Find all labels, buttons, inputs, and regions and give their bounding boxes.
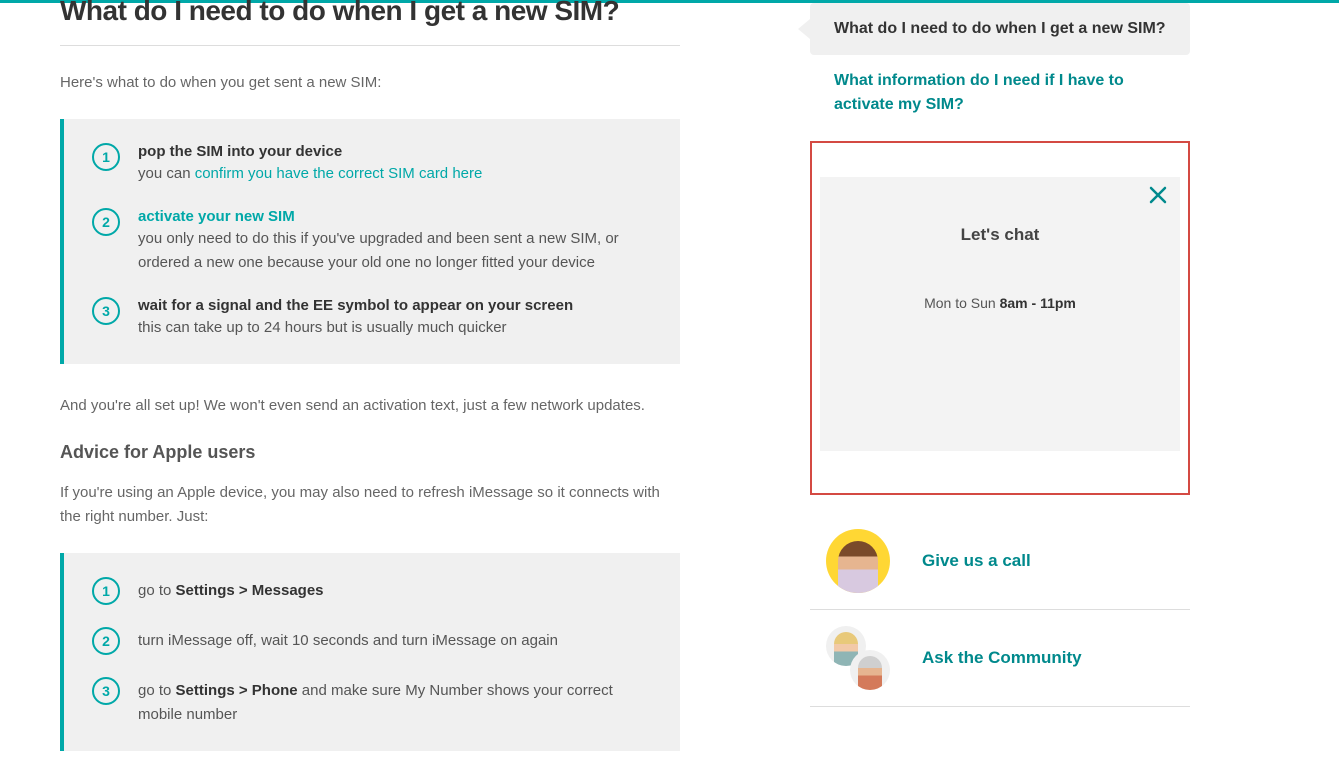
step-desc-prefix: you can	[138, 165, 195, 182]
step-number: 1	[92, 143, 120, 171]
intro-text: Here's what to do when you get sent a ne…	[60, 74, 680, 91]
step-item: 3 wait for a signal and the EE symbol to…	[92, 297, 652, 340]
avatar	[826, 529, 890, 593]
step-desc: go to Settings > Phone and make sure My …	[138, 679, 652, 727]
step-desc: you can confirm you have the correct SIM…	[138, 162, 652, 186]
step-desc: go to Settings > Messages	[138, 579, 652, 603]
chat-hours-bold: 8am - 11pm	[1000, 295, 1076, 311]
step-title: activate your new SIM	[138, 208, 652, 225]
contact-label: Give us a call	[922, 551, 1031, 571]
sidebar: What do I need to do when I get a new SI…	[810, 3, 1190, 781]
after-steps-text: And you're all set up! We won't even sen…	[60, 394, 680, 418]
step-number: 2	[92, 627, 120, 655]
step-item: 1 pop the SIM into your device you can c…	[92, 143, 652, 186]
apple-heading: Advice for Apple users	[60, 442, 680, 463]
step-desc: turn iMessage off, wait 10 seconds and t…	[138, 629, 652, 653]
step-item: 2 activate your new SIM you only need to…	[92, 208, 652, 275]
page-title: What do I need to do when I get a new SI…	[60, 0, 680, 27]
step-item: 3 go to Settings > Phone and make sure M…	[92, 677, 652, 727]
avatar	[826, 626, 890, 690]
step-item: 1 go to Settings > Messages	[92, 577, 652, 605]
step-text-prefix: go to	[138, 682, 176, 699]
faq-item-link[interactable]: What information do I need if I have to …	[810, 55, 1190, 131]
step-desc: this can take up to 24 hours but is usua…	[138, 316, 652, 340]
close-icon[interactable]	[1148, 185, 1168, 211]
step-number: 1	[92, 577, 120, 605]
step-number: 3	[92, 297, 120, 325]
apple-intro: If you're using an Apple device, you may…	[60, 481, 680, 529]
steps-box-apple: 1 go to Settings > Messages 2 turn iMess…	[60, 553, 680, 751]
step-title: wait for a signal and the EE symbol to a…	[138, 297, 652, 314]
chat-title: Let's chat	[840, 225, 1160, 245]
step-item: 2 turn iMessage off, wait 10 seconds and…	[92, 627, 652, 655]
contact-label: Ask the Community	[922, 648, 1082, 668]
contact-call[interactable]: Give us a call	[810, 513, 1190, 610]
step-number: 2	[92, 208, 120, 236]
main-content: What do I need to do when I get a new SI…	[60, 3, 720, 781]
steps-box-sim: 1 pop the SIM into your device you can c…	[60, 119, 680, 364]
chat-hours-prefix: Mon to Sun	[924, 295, 1000, 311]
chat-hours: Mon to Sun 8am - 11pm	[840, 295, 1160, 311]
step-number: 3	[92, 677, 120, 705]
step-text-bold: Settings > Phone	[176, 682, 298, 699]
chat-panel: Let's chat Mon to Sun 8am - 11pm	[810, 141, 1190, 495]
chat-inner: Let's chat Mon to Sun 8am - 11pm	[820, 177, 1180, 451]
faq-item-active[interactable]: What do I need to do when I get a new SI…	[810, 3, 1190, 55]
step-text-bold: Settings > Messages	[176, 582, 324, 599]
contact-community[interactable]: Ask the Community	[810, 610, 1190, 707]
step-text-prefix: go to	[138, 582, 176, 599]
activate-sim-link[interactable]: activate your new SIM	[138, 208, 295, 225]
title-divider	[60, 45, 680, 46]
step-desc: you only need to do this if you've upgra…	[138, 227, 652, 275]
step-title: pop the SIM into your device	[138, 143, 652, 160]
confirm-sim-link[interactable]: confirm you have the correct SIM card he…	[195, 165, 483, 182]
